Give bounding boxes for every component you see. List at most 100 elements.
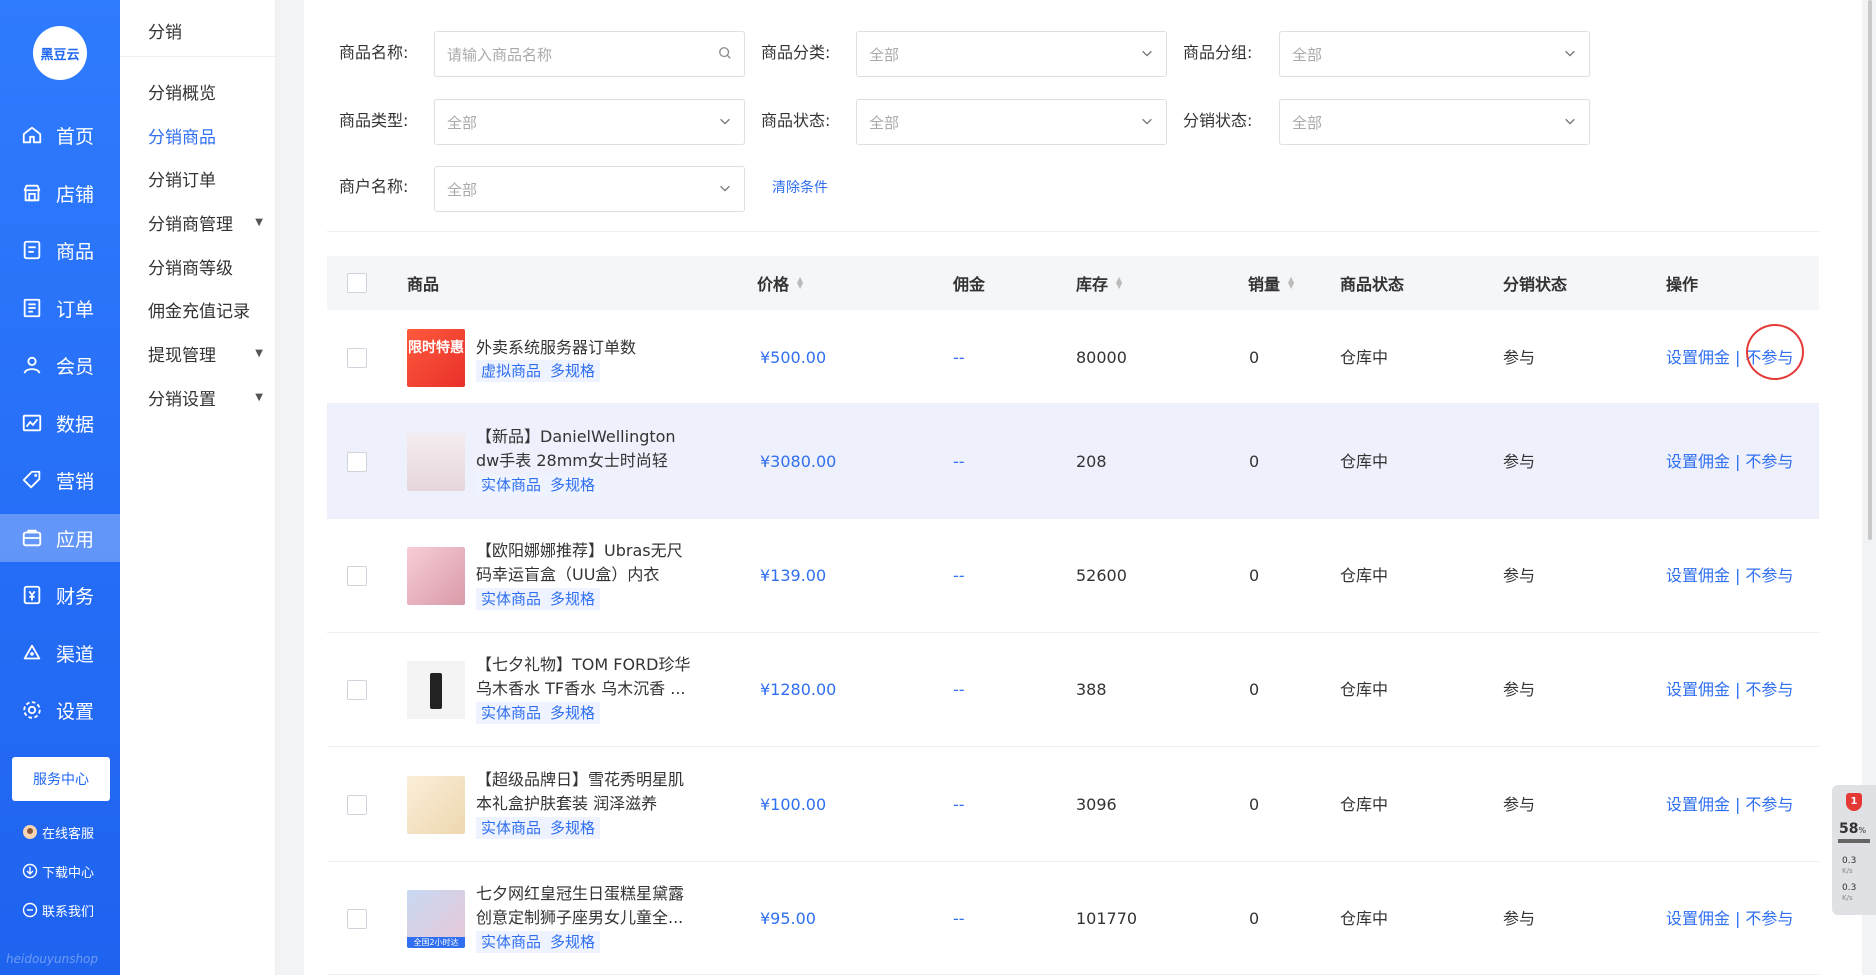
secondary-sidebar: 分销 分销概览 分销商品 分销订单 分销商管理 ▼ 分销商等级 佣金充值记录 提现管理 ▼ 分销设… — [120, 0, 276, 975]
status-select[interactable]: 全部 — [856, 99, 1167, 145]
product-name[interactable]: 【新品】DanielWellington dw手表 28mm女士时尚轻奢... — [476, 425, 696, 473]
product-thumbnail[interactable]: 限时特惠 — [407, 329, 465, 387]
action-separator: | — [1735, 348, 1741, 367]
exclude-link[interactable]: 不参与 — [1745, 795, 1793, 814]
product-thumbnail[interactable] — [407, 547, 465, 605]
set-commission-link[interactable]: 设置佣金 — [1666, 452, 1730, 471]
commission-cell: -- — [953, 566, 965, 585]
row-checkbox[interactable] — [347, 452, 367, 472]
nav-item-3[interactable]: 订单 — [0, 284, 120, 332]
nav-item-1[interactable]: 店铺 — [0, 169, 120, 217]
sort-icon[interactable]: ▲ ▼ — [1116, 276, 1122, 290]
subnav-divider — [120, 56, 276, 57]
header-commission-label: 佣金 — [953, 275, 986, 294]
footer-brand: heidouyunshop — [6, 952, 99, 966]
product-name[interactable]: 【七夕礼物】TOM FORD珍华乌木香水 TF香水 乌木沉香 ... — [476, 653, 696, 701]
nav-item-10[interactable]: 设置 — [0, 686, 120, 734]
type-select[interactable]: 全部 — [434, 99, 745, 145]
product-name-input[interactable]: 请输入商品名称 — [434, 31, 745, 77]
exclude-link[interactable]: 不参与 — [1745, 566, 1793, 585]
dist-status-cell: 参与 — [1503, 909, 1536, 928]
exclude-link[interactable]: 不参与 — [1745, 452, 1793, 471]
product-thumbnail[interactable]: 全国2小时达 — [407, 890, 465, 948]
header-sales[interactable]: 销量 ▲ ▼ — [1248, 256, 1294, 310]
set-commission-link[interactable]: 设置佣金 — [1666, 909, 1730, 928]
nav-item-8[interactable]: 财务 — [0, 571, 120, 619]
set-commission-link[interactable]: 设置佣金 — [1666, 680, 1730, 699]
sort-icon[interactable]: ▲ ▼ — [1288, 276, 1294, 290]
nav-item-9[interactable]: 渠道 — [0, 629, 120, 677]
table-row: 【七夕礼物】TOM FORD珍华乌木香水 TF香水 乌木沉香 ... 实体商品 多规… — [327, 633, 1819, 747]
support-avatar-icon — [22, 824, 38, 840]
header-dist-status: 分销状态 — [1503, 256, 1567, 310]
sales-cell: 0 — [1249, 795, 1260, 814]
action-separator: | — [1735, 795, 1741, 814]
header-actions-label: 操作 — [1666, 275, 1699, 294]
subnav-item-2[interactable]: 分销订单 — [148, 165, 263, 191]
row-checkbox[interactable] — [347, 348, 367, 368]
subnav-item-3[interactable]: 分销商管理 ▼ — [148, 209, 263, 235]
row-checkbox[interactable] — [347, 680, 367, 700]
dist-status-select[interactable]: 全部 — [1279, 99, 1590, 145]
product-thumbnail[interactable] — [407, 433, 465, 491]
subnav-item-4[interactable]: 分销商等级 — [148, 253, 263, 279]
set-commission-link[interactable]: 设置佣金 — [1666, 348, 1730, 367]
sort-icon[interactable]: ▲ ▼ — [797, 276, 803, 290]
table-row: 【超级品牌日】雪花秀明星肌本礼盒护肤套装 润泽滋养 实体商品 多规格 ¥100.00 -… — [327, 747, 1819, 862]
search-icon[interactable] — [718, 46, 732, 63]
tag-icon — [20, 468, 44, 492]
category-select[interactable]: 全部 — [856, 31, 1167, 77]
row-checkbox[interactable] — [347, 566, 367, 586]
clear-filters-link[interactable]: 清除条件 — [772, 177, 828, 197]
sidebar-link-label: 下载中心 — [42, 865, 95, 881]
network-speed-widget[interactable]: 1 58% 0.3 K/s 0.3 K/s — [1832, 785, 1876, 915]
product-thumbnail[interactable] — [407, 661, 465, 719]
row-checkbox[interactable] — [347, 795, 367, 815]
group-select[interactable]: 全部 — [1279, 31, 1590, 77]
subnav-item-7[interactable]: 分销设置 ▼ — [148, 384, 263, 410]
nav-item-2[interactable]: 商品 — [0, 226, 120, 274]
exclude-link[interactable]: 不参与 — [1745, 909, 1793, 928]
brand-logo-text: 黑豆云 — [40, 47, 80, 63]
sidebar-link-label: 联系我们 — [42, 904, 95, 920]
stock-cell: 3096 — [1076, 795, 1117, 814]
nav-item-6[interactable]: 营销 — [0, 456, 120, 504]
product-name-placeholder: 请输入商品名称 — [447, 45, 553, 64]
subnav-item-6[interactable]: 提现管理 ▼ — [148, 340, 263, 366]
service-center-button[interactable]: 服务中心 — [12, 757, 110, 801]
product-name[interactable]: 【超级品牌日】雪花秀明星肌本礼盒护肤套装 润泽滋养 — [476, 768, 696, 816]
row-actions: 设置佣金 | 不参与 — [1666, 679, 1793, 701]
select-all-checkbox[interactable] — [347, 273, 367, 293]
page-scrollbar-thumb[interactable] — [1868, 0, 1872, 540]
sidebar-link-0[interactable]: 在线客服 — [22, 821, 94, 843]
exclude-link[interactable]: 不参与 — [1745, 680, 1793, 699]
product-name[interactable]: 七夕网红皇冠生日蛋糕星黛露创意定制狮子座男女儿童全... — [476, 882, 696, 930]
price-cell: ¥3080.00 — [760, 452, 837, 471]
chevron-down-icon — [718, 181, 732, 198]
product-thumbnail[interactable] — [407, 776, 465, 834]
sidebar-link-1[interactable]: 下载中心 — [22, 860, 94, 882]
product-type-tag: 多规格 — [545, 588, 601, 610]
subnav-item-5[interactable]: 佣金充值记录 — [148, 296, 263, 322]
merchant-select[interactable]: 全部 — [434, 166, 745, 212]
nav-item-5[interactable]: 数据 — [0, 399, 120, 447]
sidebar-link-2[interactable]: 联系我们 — [22, 899, 94, 921]
subnav-item-1[interactable]: 分销商品 — [148, 122, 263, 148]
header-stock[interactable]: 库存 ▲ ▼ — [1076, 256, 1122, 310]
subnav-item-0[interactable]: 分销概览 — [148, 78, 263, 104]
action-separator: | — [1735, 680, 1741, 699]
nav-item-4[interactable]: 会员 — [0, 341, 120, 389]
product-type-tag: 实体商品 — [476, 817, 547, 839]
product-name[interactable]: 【欧阳娜娜推荐】Ubras无尺码幸运盲盒（UU盒）内衣 — [476, 539, 696, 587]
product-name[interactable]: 外卖系统服务器订单数 — [476, 336, 696, 360]
header-status: 商品状态 — [1340, 256, 1404, 310]
header-price[interactable]: 价格 ▲ ▼ — [757, 256, 803, 310]
product-type-tag: 多规格 — [545, 931, 601, 953]
brand-logo[interactable]: 黑豆云 — [33, 26, 87, 80]
nav-item-0[interactable]: 首页 — [0, 111, 120, 159]
user-icon — [20, 353, 44, 377]
set-commission-link[interactable]: 设置佣金 — [1666, 566, 1730, 585]
row-checkbox[interactable] — [347, 909, 367, 929]
nav-item-7[interactable]: 应用 — [0, 514, 120, 562]
set-commission-link[interactable]: 设置佣金 — [1666, 795, 1730, 814]
